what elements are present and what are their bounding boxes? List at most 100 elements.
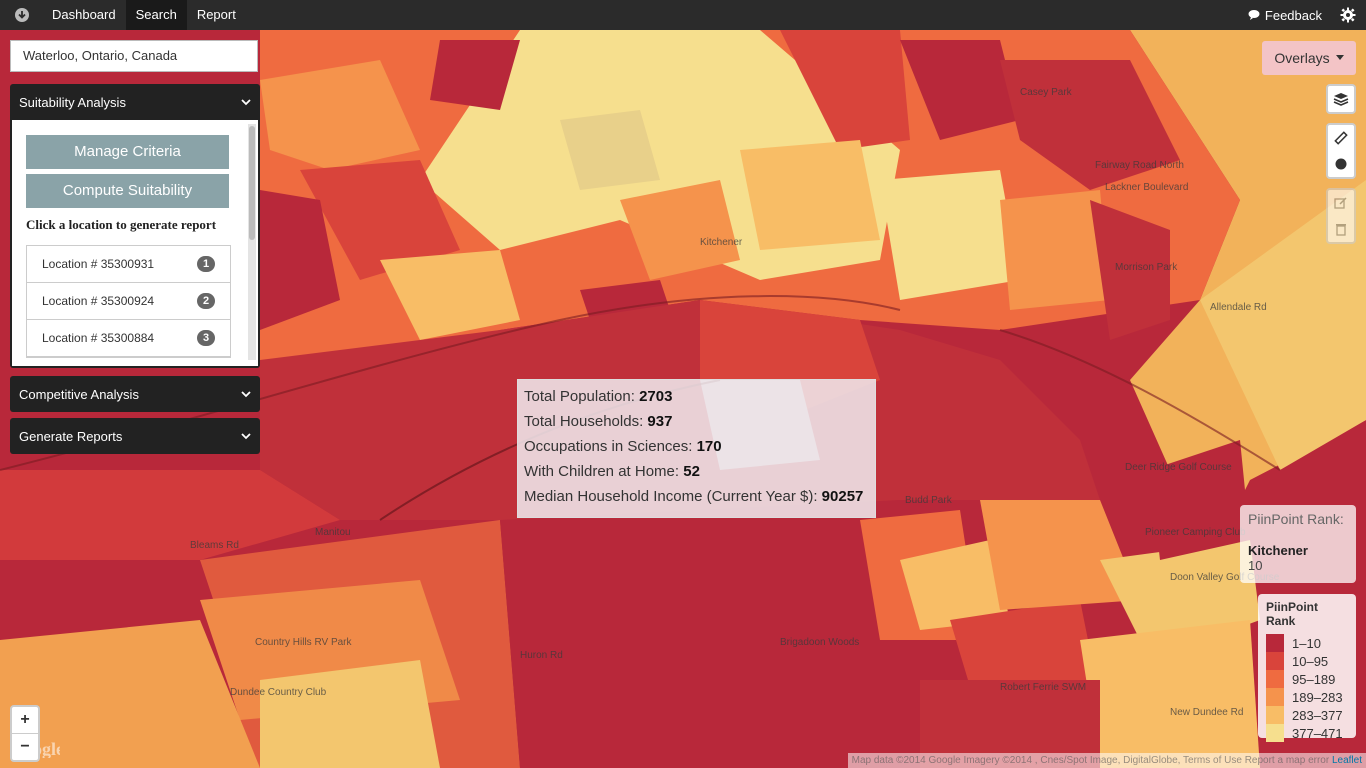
map-label-huron: Huron Rd: [520, 650, 563, 661]
location-item[interactable]: Location # 35300924 2: [27, 283, 230, 320]
chevron-down-icon: [241, 391, 251, 398]
legend-swatch: [1266, 652, 1284, 670]
legend-item: 377–471: [1266, 724, 1348, 742]
map-label-morrison: Morrison Park: [1115, 262, 1178, 273]
map-label-bleams: Bleams Rd: [190, 540, 239, 551]
map-label-country-hills: Country Hills RV Park: [255, 637, 353, 648]
leaflet-link[interactable]: Leaflet: [1332, 755, 1362, 766]
location-search-input[interactable]: Waterloo, Ontario, Canada: [10, 40, 258, 72]
location-label: Location # 35300884: [42, 331, 155, 345]
suitability-panel-header[interactable]: Suitability Analysis: [10, 84, 260, 120]
legend-label: 95–189: [1292, 671, 1336, 687]
report-hint: Click a location to generate report: [26, 217, 217, 232]
population-row: Total Population: 2703: [524, 384, 869, 409]
legend-item: 10–95: [1266, 652, 1348, 670]
legend-label: 377–471: [1292, 725, 1343, 741]
compute-suitability-button[interactable]: Compute Suitability: [26, 174, 229, 208]
map-label-dundee: Dundee Country Club: [230, 687, 327, 698]
zoom-control: + −: [10, 705, 40, 762]
nav-report[interactable]: Report: [187, 0, 246, 30]
stat-label: Median Household Income (Current Year $)…: [524, 488, 822, 505]
location-rank-badge: 2: [197, 293, 215, 309]
location-item[interactable]: Location # 35300884 3: [27, 320, 230, 357]
location-label: Location # 35300931: [42, 257, 155, 271]
legend-item: 95–189: [1266, 670, 1348, 688]
stat-value: 170: [696, 438, 722, 455]
layers-icon[interactable]: [1328, 86, 1354, 112]
legend-swatch: [1266, 670, 1284, 688]
reports-panel: Generate Reports: [10, 418, 260, 454]
rank-legend: PiinPoint Rank 1–10 10–95 95–189 189–283 283…: [1258, 594, 1356, 742]
stat-value: 90257: [821, 488, 864, 505]
stat-label: Total Population:: [524, 388, 640, 405]
map-attribution: Map data ©2014 Google Imagery ©2014 , Cn…: [847, 753, 1366, 768]
location-list: Location # 35300931 1 Location # 3530092…: [26, 245, 231, 358]
stat-value: 52: [683, 463, 700, 480]
edit-icon[interactable]: [1328, 190, 1354, 216]
location-rank-badge: 3: [197, 330, 215, 346]
chevron-down-icon: [241, 99, 251, 106]
rank-region-name: Kitchener: [1248, 543, 1308, 558]
map-label-budd-park: Budd Park: [905, 495, 953, 506]
manage-criteria-button[interactable]: Manage Criteria: [26, 135, 229, 169]
download-circle-icon[interactable]: [12, 5, 32, 25]
caret-down-icon: [1335, 55, 1344, 60]
children-row: With Children at Home: 52: [524, 459, 869, 484]
map-label-allendale: Allendale Rd: [1210, 302, 1267, 313]
legend-item: 189–283: [1266, 688, 1348, 706]
rank-info-box: PiinPoint Rank: Kitchener 10: [1240, 505, 1356, 583]
legend-swatch: [1266, 688, 1284, 706]
rank-title: PiinPoint Rank:: [1248, 511, 1344, 527]
map-label-pioneer: Pioneer Camping Club: [1145, 527, 1246, 538]
trash-icon[interactable]: [1328, 216, 1354, 242]
scrollbar-thumb[interactable]: [249, 126, 255, 240]
panel-scrollbar[interactable]: [248, 124, 256, 360]
location-item[interactable]: Location # 35300931 1: [27, 246, 230, 283]
overlays-label: Overlays: [1274, 50, 1330, 66]
edit-control: [1326, 188, 1356, 244]
legend-swatch: [1266, 634, 1284, 652]
suitability-panel-title: Suitability Analysis: [19, 94, 126, 110]
top-navbar: Dashboard Search Report Feedback: [0, 0, 1366, 30]
chat-bubbles-icon: [1248, 10, 1260, 20]
legend-label: 283–377: [1292, 707, 1343, 723]
measure-control: [1326, 123, 1356, 179]
legend-label: 189–283: [1292, 689, 1343, 705]
map-label-kitchener: Kitchener: [700, 237, 743, 248]
layers-control[interactable]: [1326, 84, 1356, 114]
legend-label: 1–10: [1292, 635, 1321, 651]
legend-title: PiinPoint Rank: [1266, 600, 1318, 628]
sciences-row: Occupations in Sciences: 170: [524, 434, 869, 459]
map-label-deer-ridge: Deer Ridge Golf Course: [1125, 462, 1232, 473]
legend-item: 283–377: [1266, 706, 1348, 724]
nav-search[interactable]: Search: [125, 0, 187, 30]
nav-dashboard[interactable]: Dashboard: [42, 0, 126, 30]
attribution-text: Map data ©2014 Google Imagery ©2014 , Cn…: [851, 755, 1330, 766]
zoom-out-button[interactable]: −: [12, 734, 38, 760]
stat-label: Total Households:: [524, 413, 648, 430]
reports-panel-header[interactable]: Generate Reports: [10, 418, 260, 454]
zoom-in-button[interactable]: +: [12, 707, 38, 734]
gear-icon[interactable]: [1340, 7, 1356, 23]
feedback-link[interactable]: Feedback: [1248, 8, 1340, 23]
competitive-panel: Competitive Analysis: [10, 376, 260, 412]
suitability-panel-body: Manage Criteria Compute Suitability Clic…: [12, 120, 258, 366]
income-row: Median Household Income (Current Year $)…: [524, 484, 869, 509]
overlays-dropdown-button[interactable]: Overlays: [1262, 41, 1356, 75]
census-info-popup: Total Population: 2703 Total Households:…: [517, 379, 876, 518]
circle-marker-icon[interactable]: [1328, 151, 1354, 177]
map-label-fairway: Fairway Road North: [1095, 160, 1184, 171]
map-label-robert-ferrie: Robert Ferrie SWM: [1000, 682, 1086, 693]
map-label-brigadoon: Brigadoon Woods: [780, 637, 859, 648]
feedback-label: Feedback: [1264, 7, 1322, 23]
chevron-down-icon: [241, 433, 251, 440]
map-label-casey-park: Casey Park: [1020, 87, 1073, 98]
legend-swatch: [1266, 706, 1284, 724]
stat-value: 937: [647, 413, 673, 430]
competitive-panel-header[interactable]: Competitive Analysis: [10, 376, 260, 412]
legend-item: 1–10: [1266, 634, 1348, 652]
location-rank-badge: 1: [197, 256, 215, 272]
location-label: Location # 35300924: [42, 294, 155, 308]
map-label-new-dundee: New Dundee Rd: [1170, 707, 1243, 718]
ruler-icon[interactable]: [1328, 125, 1354, 151]
